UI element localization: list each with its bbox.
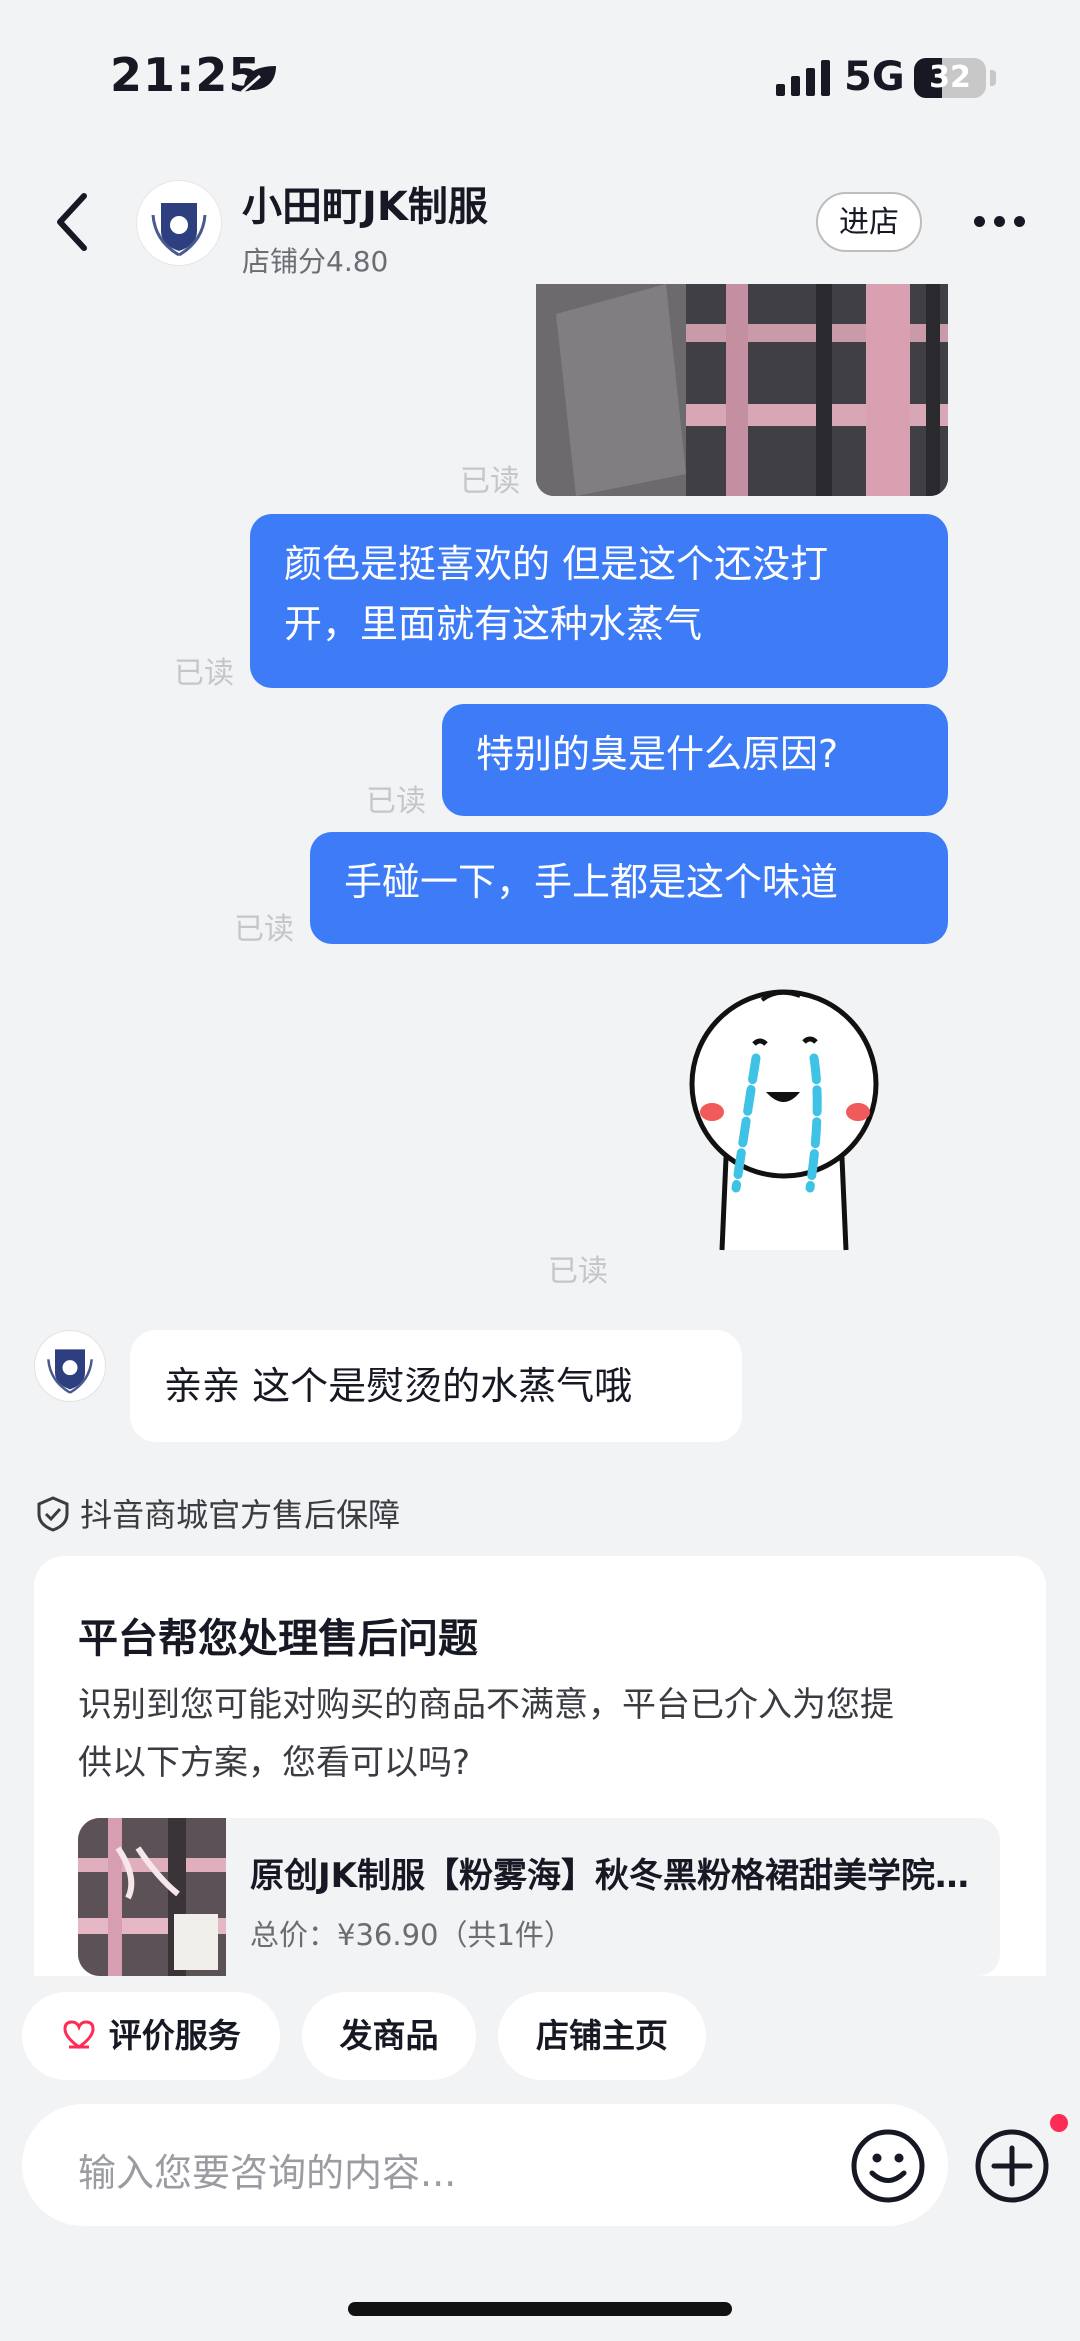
read-receipt: 已读 xyxy=(366,784,426,819)
sent-image[interactable] xyxy=(536,284,948,496)
network-type: 5G xyxy=(844,54,905,100)
crying-sticker[interactable] xyxy=(682,988,888,1262)
message-input[interactable]: 输入您要咨询的内容... xyxy=(22,2104,948,2226)
home-indicator xyxy=(348,2302,732,2316)
message-bubble-received[interactable]: 亲亲 这个是熨烫的水蒸气哦 xyxy=(130,1330,742,1442)
message-bubble-sent[interactable]: 手碰一下，手上都是这个味道 xyxy=(310,832,948,944)
shop-name[interactable]: 小田町JK制服 xyxy=(242,174,488,232)
read-receipt: 已读 xyxy=(460,464,520,499)
more-options-icon[interactable] xyxy=(974,212,1034,231)
card-description: 识别到您可能对购买的商品不满意，平台已介入为您提 供以下方案，您看可以吗? xyxy=(78,1676,1018,1792)
guarantee-text: 抖音商城官方售后保障 xyxy=(80,1496,401,1534)
message-text-line: 开，里面就有这种水蒸气 xyxy=(284,602,703,646)
heart-rate-icon xyxy=(63,2020,95,2049)
shop-logo-icon xyxy=(151,203,207,257)
plaid-skirt-photo xyxy=(536,284,948,496)
chip-label: 评价服务 xyxy=(108,2016,241,2055)
message-bubble-sent[interactable]: 颜色是挺喜欢的 但是这个还没打 开，里面就有这种水蒸气 xyxy=(250,514,948,688)
read-receipt: 已读 xyxy=(548,1254,608,1289)
battery-icon: 32 xyxy=(914,58,986,98)
product-item[interactable]: 原创JK制服【粉雾海】秋冬黑粉格裙甜美学院风百褶裙 总价：¥36.90（共1件） xyxy=(78,1818,1000,1976)
emoji-icon[interactable] xyxy=(850,2128,926,2204)
product-price: 总价：¥36.90（共1件） xyxy=(250,1918,573,1952)
card-description-line: 供以下方案，您看可以吗? xyxy=(78,1743,471,1783)
read-receipt: 已读 xyxy=(234,912,294,947)
aftersale-card: 平台帮您处理售后问题 识别到您可能对购买的商品不满意，平台已介入为您提 供以下方… xyxy=(34,1556,1046,1976)
shop-avatar[interactable] xyxy=(136,180,222,266)
read-receipt: 已读 xyxy=(174,656,234,691)
shop-score: 店铺分4.80 xyxy=(242,245,389,278)
message-text: 手碰一下，手上都是这个味道 xyxy=(344,860,839,904)
card-title: 平台帮您处理售后问题 xyxy=(78,1616,478,1662)
message-text-line: 颜色是挺喜欢的 但是这个还没打 xyxy=(284,542,829,586)
shop-avatar-small[interactable] xyxy=(34,1330,106,1402)
card-description-line: 识别到您可能对购买的商品不满意，平台已介入为您提 xyxy=(78,1685,894,1725)
product-thumbnail xyxy=(78,1818,226,1976)
input-placeholder: 输入您要咨询的内容... xyxy=(78,2151,457,2195)
guarantee-label: 抖音商城官方售后保障 xyxy=(36,1490,400,1536)
shop-logo-icon xyxy=(47,1349,93,1394)
battery-tip xyxy=(990,70,996,86)
leaf-icon xyxy=(241,66,276,94)
rate-service-button[interactable]: 评价服务 xyxy=(22,1992,280,2080)
status-time: 21:25 xyxy=(110,48,262,102)
message-text: 特别的臭是什么原因? xyxy=(476,732,839,776)
plus-icon[interactable] xyxy=(974,2128,1050,2204)
notification-dot xyxy=(1050,2114,1068,2132)
shop-homepage-button[interactable]: 店铺主页 xyxy=(498,1992,706,2080)
signal-icon xyxy=(776,60,830,96)
back-arrow-icon[interactable] xyxy=(52,190,92,254)
message-text: 亲亲 这个是熨烫的水蒸气哦 xyxy=(164,1364,633,1408)
shield-check-icon xyxy=(37,1496,69,1532)
chip-label: 发商品 xyxy=(339,2016,439,2055)
battery-level: 32 xyxy=(929,60,971,95)
message-bubble-sent[interactable]: 特别的臭是什么原因? xyxy=(442,704,948,816)
enter-shop-button[interactable]: 进店 xyxy=(816,192,922,252)
product-name: 原创JK制服【粉雾海】秋冬黑粉格裙甜美学院风百褶裙 xyxy=(250,1856,970,1896)
chip-label: 店铺主页 xyxy=(536,2016,668,2055)
send-product-button[interactable]: 发商品 xyxy=(302,1992,476,2080)
